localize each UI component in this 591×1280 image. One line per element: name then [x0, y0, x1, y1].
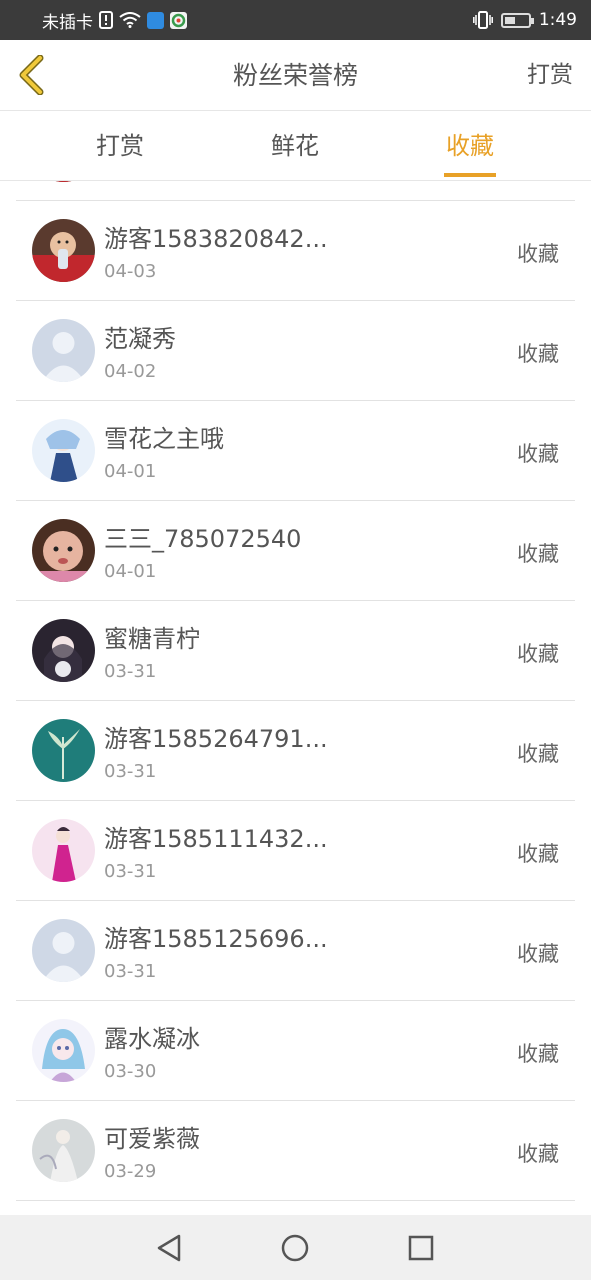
tab-bar: 打赏 鲜花 收藏 — [0, 112, 591, 181]
carrier-label: 未插卡 — [42, 12, 93, 33]
fan-name: 游客1583820842... — [104, 225, 328, 253]
vibrate-icon — [472, 11, 493, 29]
browser-notification-icon — [170, 11, 187, 29]
fan-action-label: 收藏 — [517, 642, 559, 666]
fan-name: 游客1585125696... — [104, 925, 328, 953]
recents-nav-icon — [408, 1235, 434, 1261]
fan-list-item[interactable]: 游客1583820842... 04-03 收藏 — [16, 201, 575, 301]
fan-action-label: 收藏 — [517, 942, 559, 966]
wifi-icon — [119, 12, 141, 28]
fan-action-label: 收藏 — [517, 842, 559, 866]
battery-icon — [500, 12, 534, 28]
status-bar: 未插卡 1:49 — [0, 0, 591, 40]
fan-list-item[interactable]: 露水凝冰 03-30 收藏 — [16, 1001, 575, 1101]
page-title: 粉丝荣誉榜 — [232, 61, 358, 90]
fan-action-label: 收藏 — [517, 1042, 559, 1066]
fan-action-label: 收藏 — [517, 542, 559, 566]
fan-action-label: 收藏 — [517, 442, 559, 466]
fan-date: 04-03 — [104, 181, 156, 182]
back-nav-button[interactable] — [153, 1232, 185, 1264]
recents-nav-button[interactable] — [405, 1232, 437, 1264]
fan-date: 04-01 — [104, 561, 157, 582]
fan-name: 三三_785072540 — [104, 525, 302, 553]
fan-name: 游客1585264791... — [104, 725, 328, 753]
tab-label: 鲜花 — [271, 132, 319, 160]
fan-action-label: 收藏 — [517, 742, 559, 766]
sim-alert-icon — [99, 11, 113, 29]
fan-list[interactable]: 04-03游客1583820842...04-03收藏范凝秀04-02收藏雪花之… — [0, 181, 591, 1215]
avatar[interactable] — [32, 419, 95, 482]
avatar[interactable] — [32, 319, 95, 382]
fan-date: 04-03 — [104, 261, 157, 282]
navigation-bar — [0, 1215, 591, 1280]
fan-list-item[interactable]: 04-03 — [16, 181, 575, 201]
avatar[interactable] — [32, 181, 95, 182]
fan-name: 范凝秀 — [104, 325, 176, 353]
avatar[interactable] — [32, 1119, 95, 1182]
avatar[interactable] — [32, 219, 95, 282]
avatar[interactable] — [32, 519, 95, 582]
avatar[interactable] — [32, 1019, 95, 1082]
fan-action-label: 收藏 — [517, 1142, 559, 1166]
tab-flowers[interactable]: 鲜花 — [255, 112, 335, 181]
fan-list-item[interactable]: 三三_785072540 04-01 收藏 — [16, 501, 575, 601]
fan-list-item[interactable]: 游客1585125696... 03-31 收藏 — [16, 901, 575, 1001]
fan-name: 露水凝冰 — [104, 1025, 200, 1053]
back-nav-icon — [157, 1234, 181, 1262]
fan-date: 04-02 — [104, 361, 157, 382]
fan-date: 03-31 — [104, 961, 157, 982]
fan-list-item[interactable]: 游客1585264791... 03-31 收藏 — [16, 701, 575, 801]
avatar[interactable] — [32, 919, 95, 982]
header: 粉丝荣誉榜 打赏 — [0, 40, 591, 111]
avatar[interactable] — [32, 819, 95, 882]
avatar[interactable] — [32, 619, 95, 682]
tab-favorites[interactable]: 收藏 — [430, 112, 510, 181]
fan-action-label: 收藏 — [517, 242, 559, 266]
fan-date: 03-30 — [104, 1061, 157, 1082]
app-notification-icon — [147, 11, 164, 29]
fan-name: 雪花之主哦 — [104, 425, 224, 453]
fan-date: 04-01 — [104, 461, 157, 482]
reward-button[interactable]: 打赏 — [527, 40, 573, 111]
fan-date: 03-31 — [104, 761, 157, 782]
fan-list-item[interactable]: 范凝秀 04-02 收藏 — [16, 301, 575, 401]
fan-date: 03-29 — [104, 1161, 157, 1182]
fan-list-item[interactable]: 雪花之主哦 04-01 收藏 — [16, 401, 575, 501]
fan-action-label: 收藏 — [517, 342, 559, 366]
fan-list-item[interactable]: 游客1585111432... 03-31 收藏 — [16, 801, 575, 901]
avatar[interactable] — [32, 719, 95, 782]
fan-name: 游客1585111432... — [104, 825, 328, 853]
fan-name: 可爱紫薇 — [104, 1125, 200, 1153]
tab-reward[interactable]: 打赏 — [80, 112, 160, 181]
fan-name: 蜜糖青柠 — [104, 625, 200, 653]
fan-list-item[interactable]: 蜜糖青柠 03-31 收藏 — [16, 601, 575, 701]
tab-label: 收藏 — [446, 132, 494, 160]
active-tab-indicator — [444, 173, 496, 177]
fan-date: 03-31 — [104, 661, 157, 682]
fan-list-item[interactable]: 可爱紫薇 03-29 收藏 — [16, 1101, 575, 1201]
home-nav-icon — [281, 1234, 309, 1262]
fan-date: 03-31 — [104, 861, 157, 882]
clock: 1:49 — [538, 10, 577, 30]
home-nav-button[interactable] — [279, 1232, 311, 1264]
tab-label: 打赏 — [96, 132, 144, 160]
